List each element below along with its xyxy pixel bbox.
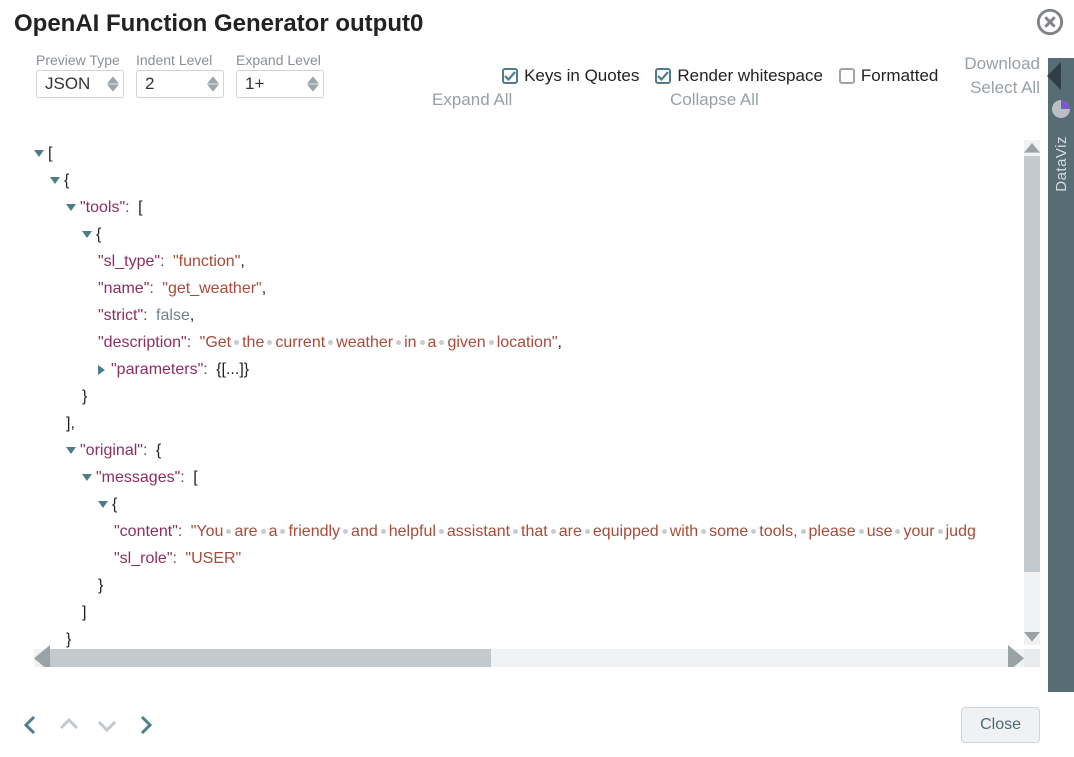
chevron-down-icon (207, 84, 219, 92)
preview-type-select[interactable]: JSON (36, 70, 124, 98)
scrollbar-corner (1024, 649, 1040, 667)
whitespace-dot-icon (328, 340, 333, 345)
expand-level-label: Expand Level (236, 52, 324, 68)
json-caret-expanded-icon[interactable] (98, 501, 108, 508)
whitespace-dot-icon (551, 529, 556, 534)
whitespace-dot-icon (585, 529, 590, 534)
indent-level-select[interactable]: 2 (136, 70, 224, 98)
chevron-down-icon (107, 84, 119, 92)
chevron-up-icon (57, 713, 81, 737)
close-button[interactable]: Close (961, 707, 1040, 743)
preview-type-label: Preview Type (36, 52, 124, 68)
whitespace-dot-icon (280, 529, 285, 534)
whitespace-dot-icon (895, 529, 900, 534)
horizontal-scroll-thumb[interactable] (50, 649, 491, 667)
scroll-right-arrow-icon[interactable] (1008, 649, 1024, 667)
whitespace-dot-icon (701, 529, 706, 534)
whitespace-dot-icon (662, 529, 667, 534)
whitespace-dot-icon (751, 529, 756, 534)
horizontal-scrollbar[interactable] (34, 649, 1024, 667)
whitespace-dot-icon (396, 340, 401, 345)
keys-in-quotes-checkbox[interactable]: Keys in Quotes (502, 66, 639, 86)
checkmark-icon (657, 70, 669, 82)
whitespace-dot-icon (381, 529, 386, 534)
whitespace-dot-icon (439, 340, 444, 345)
checkmark-icon (504, 70, 516, 82)
chevron-up-icon (307, 76, 319, 84)
vertical-scrollbar[interactable] (1024, 140, 1040, 645)
whitespace-dot-icon (859, 529, 864, 534)
toolbar-row: Preview Type JSON Indent Level 2 Expand … (0, 44, 1074, 102)
whitespace-dot-icon (226, 529, 231, 534)
json-caret-collapsed-icon[interactable] (98, 365, 105, 375)
sidebar-expand-chevron-icon (1047, 62, 1061, 90)
json-caret-expanded-icon[interactable] (82, 474, 92, 481)
whitespace-dot-icon (420, 340, 425, 345)
collapse-all-link[interactable]: Collapse All (670, 90, 759, 110)
scroll-up-arrow-icon[interactable] (1024, 140, 1040, 156)
chevron-down-icon (95, 713, 119, 737)
chevron-up-icon (207, 76, 219, 84)
record-navigation (16, 710, 160, 740)
dataviz-sidebar-tab[interactable]: DataViz (1048, 58, 1074, 692)
whitespace-dot-icon (343, 529, 348, 534)
sidebar-progress-indicator-icon (1052, 100, 1070, 118)
nav-prev-button[interactable] (54, 710, 84, 740)
json-viewer: [{"tools": [{"sl_type": "function","name… (34, 140, 1040, 667)
whitespace-dot-icon (439, 529, 444, 534)
nav-last-button[interactable] (130, 710, 160, 740)
render-whitespace-checkbox[interactable]: Render whitespace (655, 66, 823, 86)
sidebar-label: DataViz (1053, 136, 1070, 192)
json-caret-expanded-icon[interactable] (66, 447, 76, 454)
dialog-title: OpenAI Function Generator output0 (0, 0, 1074, 44)
scroll-left-arrow-icon[interactable] (34, 649, 50, 667)
indent-level-label: Indent Level (136, 52, 224, 68)
select-all-link[interactable]: Select All (970, 78, 1040, 98)
whitespace-dot-icon (234, 340, 239, 345)
nav-next-button[interactable] (92, 710, 122, 740)
scroll-down-arrow-icon[interactable] (1024, 629, 1040, 645)
json-caret-expanded-icon[interactable] (50, 177, 60, 184)
whitespace-dot-icon (938, 529, 943, 534)
formatted-checkbox[interactable]: Formatted (839, 66, 938, 86)
nav-first-button[interactable] (16, 710, 46, 740)
chevron-left-icon (19, 713, 43, 737)
chevron-down-icon (307, 84, 319, 92)
json-caret-expanded-icon[interactable] (82, 231, 92, 238)
expand-all-link[interactable]: Expand All (432, 90, 512, 110)
json-caret-expanded-icon[interactable] (66, 204, 76, 211)
whitespace-dot-icon (267, 340, 272, 345)
download-link[interactable]: Download (964, 54, 1040, 74)
whitespace-dot-icon (801, 529, 806, 534)
vertical-scroll-thumb[interactable] (1024, 156, 1040, 572)
chevron-right-icon (133, 713, 157, 737)
expand-level-select[interactable]: 1+ (236, 70, 324, 98)
close-icon-button[interactable] (1036, 8, 1064, 36)
whitespace-dot-icon (489, 340, 494, 345)
chevron-up-icon (107, 76, 119, 84)
json-caret-expanded-icon[interactable] (34, 150, 44, 157)
close-x-icon (1036, 8, 1064, 36)
whitespace-dot-icon (513, 529, 518, 534)
whitespace-dot-icon (261, 529, 266, 534)
